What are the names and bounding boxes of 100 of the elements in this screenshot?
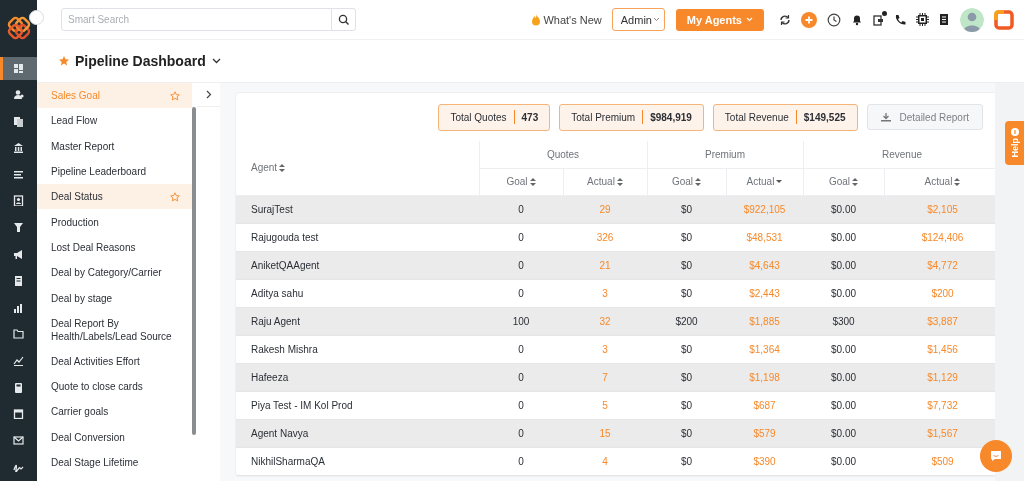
- sort-icon[interactable]: [695, 177, 702, 186]
- device-icon[interactable]: [873, 13, 884, 26]
- total-label: Total Revenue: [724, 111, 789, 123]
- star-icon[interactable]: [59, 56, 69, 66]
- table-cell: $124,406: [921, 231, 964, 243]
- table-cell: $0.00: [831, 203, 857, 215]
- table-cell: $0.00: [831, 399, 857, 411]
- table-cell: $2,105: [927, 203, 958, 215]
- table-cell: $0: [680, 399, 693, 411]
- chip-icon[interactable]: [916, 13, 929, 26]
- calendar-icon[interactable]: [13, 408, 24, 420]
- column-header: Goal: [671, 176, 694, 187]
- people-icon[interactable]: [13, 89, 24, 100]
- table-cell: $4,772: [927, 259, 958, 271]
- info-icon: [1010, 128, 1019, 137]
- scrollbar[interactable]: [192, 107, 196, 435]
- table-cell: $0: [680, 203, 693, 215]
- detailed-report-button[interactable]: Detailed Report: [866, 104, 983, 130]
- sort-icon[interactable]: [529, 177, 536, 186]
- sort-icon[interactable]: [954, 177, 961, 186]
- table-cell: $1,364: [749, 343, 780, 355]
- total-label: Total Quotes: [450, 111, 507, 123]
- agent-name: SurajTest: [251, 203, 293, 215]
- table-cell: $0: [680, 287, 693, 299]
- agent-name: Raju Agent: [251, 315, 300, 327]
- activity-chart-icon[interactable]: [13, 354, 24, 366]
- table-cell: 3: [602, 287, 608, 299]
- bar-chart-icon[interactable]: [13, 301, 24, 313]
- table-cell: 4: [602, 455, 608, 467]
- table-cell: $0: [680, 427, 693, 439]
- star-icon[interactable]: [170, 191, 180, 202]
- contact-card-icon[interactable]: [13, 195, 24, 207]
- sort-icon[interactable]: [852, 177, 859, 186]
- table-cell: $1,885: [749, 315, 780, 327]
- agent-name: AniketQAAgent: [251, 259, 320, 271]
- report-menu-item[interactable]: Deal Status: [37, 184, 192, 210]
- table-cell: $0.00: [831, 287, 857, 299]
- table-cell: 0: [518, 371, 524, 383]
- table-cell: 0: [518, 259, 524, 271]
- total-value: 473: [521, 111, 539, 123]
- column-header: Actual: [746, 176, 775, 187]
- bell-icon[interactable]: [851, 13, 863, 26]
- table-cell: $922,105: [743, 203, 786, 215]
- copy-icon[interactable]: [13, 115, 24, 127]
- table-cell: $0.00: [831, 231, 857, 243]
- table-cell: $0.00: [831, 371, 857, 383]
- agent-name: Hafeeza: [251, 371, 289, 383]
- table-cell: $7,732: [927, 399, 958, 411]
- megaphone-icon[interactable]: [13, 248, 24, 260]
- table-cell: $48,531: [746, 231, 783, 243]
- table-cell: $1,198: [749, 371, 780, 383]
- calculator-icon[interactable]: [13, 381, 24, 393]
- refresh-icon[interactable]: [779, 13, 791, 26]
- page-title: Pipeline Dashboard: [75, 53, 206, 69]
- mail-icon[interactable]: [13, 434, 24, 446]
- table-cell: 5: [602, 399, 608, 411]
- app-logo[interactable]: [994, 9, 1014, 30]
- sort-descending-icon[interactable]: [776, 179, 783, 184]
- agent-name: Rakesh Mishra: [251, 343, 318, 355]
- chevron-down-icon: [652, 17, 660, 22]
- clock-icon[interactable]: [827, 12, 841, 27]
- search-field[interactable]: Smart Search: [61, 8, 332, 31]
- folder-icon[interactable]: [13, 328, 24, 340]
- agent-name: Piya Test - IM Kol Prod: [251, 399, 353, 411]
- table-cell: $300: [832, 315, 855, 327]
- sort-icon[interactable]: [616, 177, 623, 186]
- agent-name: Aditya sahu: [251, 287, 304, 299]
- notepad-icon[interactable]: [939, 13, 949, 26]
- agent-name: Agent Navya: [251, 427, 309, 439]
- table-cell: $687: [753, 399, 776, 411]
- table-cell: $1,129: [927, 371, 958, 383]
- phone-icon[interactable]: [894, 13, 906, 26]
- search-icon: [338, 14, 349, 25]
- table-cell: 21: [599, 259, 611, 271]
- table-cell: 0: [518, 343, 524, 355]
- total-label: Total Premium: [571, 111, 636, 123]
- bank-icon[interactable]: [13, 142, 24, 154]
- table-cell: $579: [753, 427, 776, 439]
- role-select[interactable]: Admin: [611, 8, 665, 31]
- document-icon[interactable]: [13, 275, 24, 287]
- table-cell: 32: [599, 315, 611, 327]
- dashboard-icon[interactable]: [13, 62, 24, 74]
- search-button[interactable]: [332, 8, 356, 31]
- list-icon[interactable]: [13, 168, 24, 180]
- table-cell: $0: [680, 455, 693, 467]
- table-cell: $0.00: [831, 427, 857, 439]
- sort-icon[interactable]: [279, 163, 286, 172]
- chat-icon: [989, 449, 1003, 463]
- whats-new-link[interactable]: What's New: [530, 13, 602, 26]
- table-cell: $2,443: [749, 287, 780, 299]
- star-icon[interactable]: [170, 90, 180, 101]
- chevron-down-icon[interactable]: [211, 58, 221, 64]
- table-cell: $0.00: [831, 343, 857, 355]
- table-cell: 15: [599, 427, 611, 439]
- funnel-icon[interactable]: [13, 222, 24, 233]
- table-cell: $3,887: [927, 315, 958, 327]
- column-header: Goal: [828, 176, 851, 187]
- avatar[interactable]: [960, 7, 984, 32]
- chevron-down-icon: [746, 17, 753, 22]
- table-cell: $1,567: [927, 427, 958, 439]
